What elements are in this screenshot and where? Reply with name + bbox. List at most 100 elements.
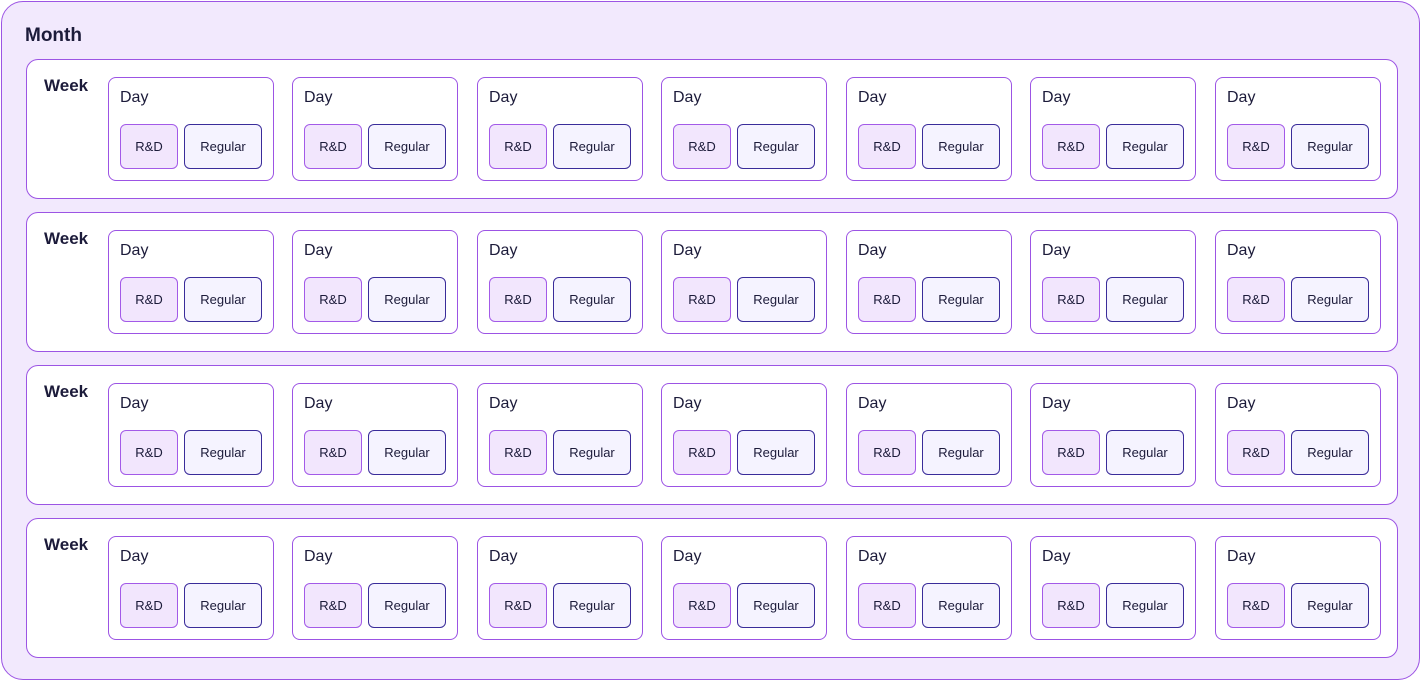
day-card: Day R&D Regular bbox=[661, 536, 827, 640]
day-title: Day bbox=[673, 242, 702, 259]
rd-chip[interactable]: R&D bbox=[489, 124, 547, 169]
rd-chip[interactable]: R&D bbox=[1227, 124, 1285, 169]
day-title: Day bbox=[489, 395, 518, 412]
rd-chip[interactable]: R&D bbox=[489, 583, 547, 628]
day-title: Day bbox=[1227, 242, 1256, 259]
day-card: Day R&D Regular bbox=[292, 77, 458, 181]
regular-chip[interactable]: Regular bbox=[368, 583, 446, 628]
regular-chip[interactable]: Regular bbox=[368, 277, 446, 322]
regular-chip[interactable]: Regular bbox=[553, 277, 631, 322]
day-card: Day R&D Regular bbox=[661, 77, 827, 181]
regular-chip[interactable]: Regular bbox=[1106, 277, 1184, 322]
day-card: Day R&D Regular bbox=[477, 77, 643, 181]
rd-chip[interactable]: R&D bbox=[673, 124, 731, 169]
regular-chip[interactable]: Regular bbox=[922, 277, 1000, 322]
day-title: Day bbox=[120, 242, 149, 259]
rd-chip[interactable]: R&D bbox=[1042, 124, 1100, 169]
day-title: Day bbox=[858, 395, 887, 412]
rd-chip[interactable]: R&D bbox=[673, 583, 731, 628]
rd-chip[interactable]: R&D bbox=[120, 430, 178, 475]
day-card: Day R&D Regular bbox=[108, 383, 274, 487]
regular-chip[interactable]: Regular bbox=[737, 583, 815, 628]
regular-chip[interactable]: Regular bbox=[1291, 124, 1369, 169]
week-title: Week bbox=[44, 535, 89, 554]
rd-chip[interactable]: R&D bbox=[673, 277, 731, 322]
rd-chip[interactable]: R&D bbox=[304, 124, 362, 169]
day-card: Day R&D Regular bbox=[292, 536, 458, 640]
rd-chip[interactable]: R&D bbox=[1227, 430, 1285, 475]
regular-chip[interactable]: Regular bbox=[922, 430, 1000, 475]
rd-chip[interactable]: R&D bbox=[1227, 583, 1285, 628]
rd-chip[interactable]: R&D bbox=[1042, 277, 1100, 322]
regular-chip[interactable]: Regular bbox=[1291, 583, 1369, 628]
regular-chip[interactable]: Regular bbox=[553, 430, 631, 475]
regular-chip[interactable]: Regular bbox=[1106, 430, 1184, 475]
regular-chip[interactable]: Regular bbox=[1106, 124, 1184, 169]
rd-chip[interactable]: R&D bbox=[304, 430, 362, 475]
day-title: Day bbox=[1042, 548, 1071, 565]
regular-chip[interactable]: Regular bbox=[184, 277, 262, 322]
rd-chip[interactable]: R&D bbox=[489, 277, 547, 322]
regular-chip[interactable]: Regular bbox=[922, 124, 1000, 169]
regular-chip[interactable]: Regular bbox=[368, 124, 446, 169]
day-card: Day R&D Regular bbox=[1030, 77, 1196, 181]
day-title: Day bbox=[1227, 548, 1256, 565]
regular-chip[interactable]: Regular bbox=[184, 430, 262, 475]
regular-chip[interactable]: Regular bbox=[922, 583, 1000, 628]
day-card: Day R&D Regular bbox=[108, 77, 274, 181]
regular-chip[interactable]: Regular bbox=[1291, 430, 1369, 475]
week-row: Week Day R&D Regular Day R&D Regular Day R&D Regu… bbox=[26, 212, 1398, 352]
rd-chip[interactable]: R&D bbox=[1042, 583, 1100, 628]
day-title: Day bbox=[304, 242, 333, 259]
regular-chip[interactable]: Regular bbox=[737, 124, 815, 169]
day-title: Day bbox=[858, 548, 887, 565]
day-title: Day bbox=[1227, 89, 1256, 106]
day-card: Day R&D Regular bbox=[292, 383, 458, 487]
regular-chip[interactable]: Regular bbox=[553, 583, 631, 628]
rd-chip[interactable]: R&D bbox=[120, 124, 178, 169]
day-title: Day bbox=[489, 242, 518, 259]
rd-chip[interactable]: R&D bbox=[858, 430, 916, 475]
rd-chip[interactable]: R&D bbox=[304, 277, 362, 322]
rd-chip[interactable]: R&D bbox=[1042, 430, 1100, 475]
regular-chip[interactable]: Regular bbox=[737, 277, 815, 322]
day-card: Day R&D Regular bbox=[661, 230, 827, 334]
rd-chip[interactable]: R&D bbox=[120, 583, 178, 628]
day-card: Day R&D Regular bbox=[1215, 77, 1381, 181]
regular-chip[interactable]: Regular bbox=[737, 430, 815, 475]
day-title: Day bbox=[120, 89, 149, 106]
day-card: Day R&D Regular bbox=[846, 230, 1012, 334]
day-title: Day bbox=[120, 395, 149, 412]
day-title: Day bbox=[304, 548, 333, 565]
day-title: Day bbox=[673, 89, 702, 106]
rd-chip[interactable]: R&D bbox=[489, 430, 547, 475]
regular-chip[interactable]: Regular bbox=[1106, 583, 1184, 628]
rd-chip[interactable]: R&D bbox=[858, 277, 916, 322]
regular-chip[interactable]: Regular bbox=[184, 124, 262, 169]
rd-chip[interactable]: R&D bbox=[304, 583, 362, 628]
rd-chip[interactable]: R&D bbox=[858, 583, 916, 628]
day-title: Day bbox=[1042, 395, 1071, 412]
day-title: Day bbox=[858, 89, 887, 106]
day-title: Day bbox=[304, 395, 333, 412]
month-title: Month bbox=[25, 25, 82, 46]
day-card: Day R&D Regular bbox=[1215, 230, 1381, 334]
rd-chip[interactable]: R&D bbox=[858, 124, 916, 169]
week-row: Week Day R&D Regular Day R&D Regular Day R&D Regu… bbox=[26, 518, 1398, 658]
day-title: Day bbox=[673, 548, 702, 565]
day-card: Day R&D Regular bbox=[1215, 536, 1381, 640]
month-container: Month Week Day R&D Regular Day R&D Regular Day R… bbox=[1, 1, 1420, 680]
day-title: Day bbox=[304, 89, 333, 106]
regular-chip[interactable]: Regular bbox=[368, 430, 446, 475]
day-title: Day bbox=[673, 395, 702, 412]
regular-chip[interactable]: Regular bbox=[184, 583, 262, 628]
rd-chip[interactable]: R&D bbox=[1227, 277, 1285, 322]
day-card: Day R&D Regular bbox=[1030, 383, 1196, 487]
day-card: Day R&D Regular bbox=[477, 536, 643, 640]
week-title: Week bbox=[44, 382, 89, 401]
day-title: Day bbox=[1227, 395, 1256, 412]
regular-chip[interactable]: Regular bbox=[553, 124, 631, 169]
rd-chip[interactable]: R&D bbox=[673, 430, 731, 475]
rd-chip[interactable]: R&D bbox=[120, 277, 178, 322]
regular-chip[interactable]: Regular bbox=[1291, 277, 1369, 322]
